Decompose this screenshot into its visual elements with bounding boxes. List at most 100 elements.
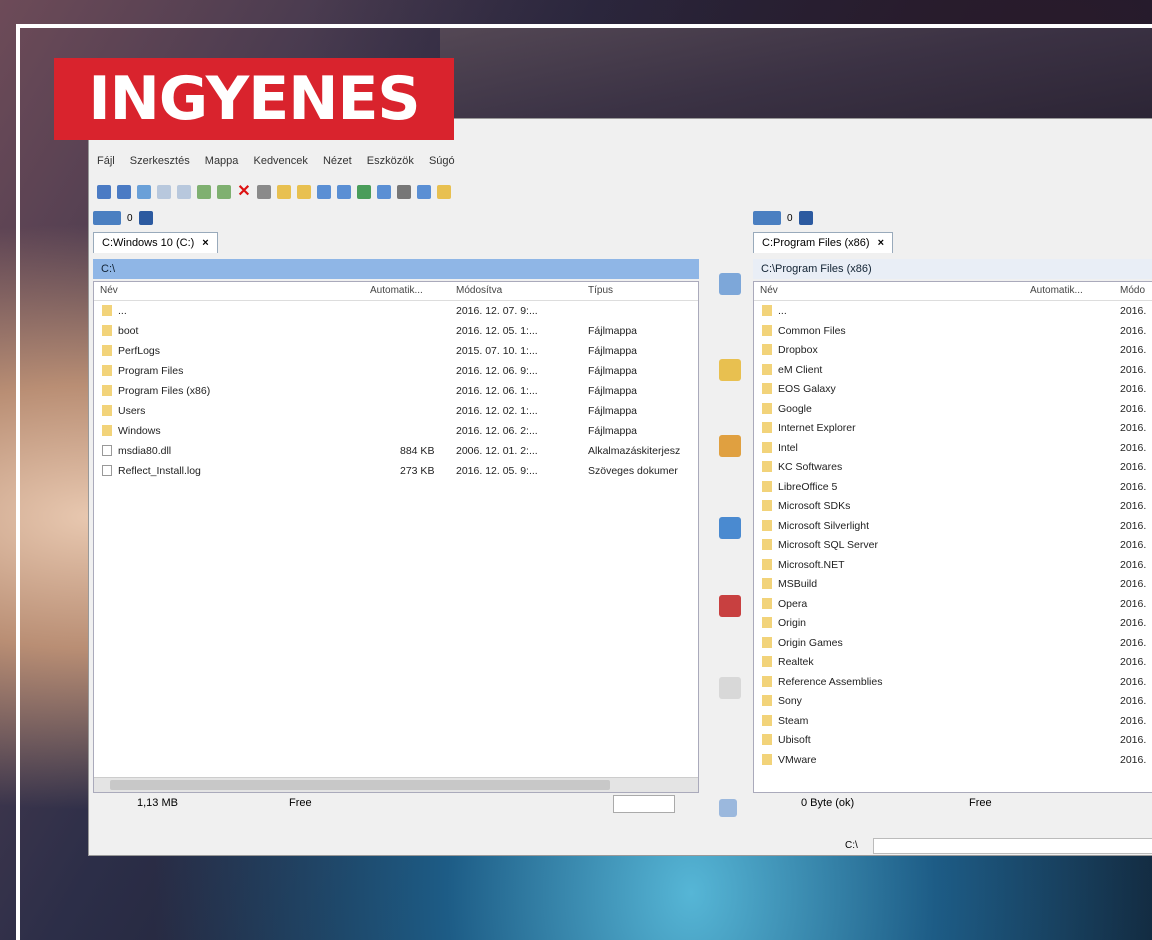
right-file-row[interactable]: Internet Explorer 2016. <box>754 419 1152 439</box>
right-file-row[interactable]: Reference Assemblies 2016. <box>754 673 1152 693</box>
folder-icon[interactable] <box>277 185 291 199</box>
folder-icon <box>762 695 772 706</box>
cell-name: Dropbox <box>778 344 818 356</box>
left-status-size: 1,13 MB <box>137 797 178 809</box>
right-file-row[interactable]: EOS Galaxy 2016. <box>754 380 1152 400</box>
new-folder-icon[interactable] <box>297 185 311 199</box>
file-icon <box>102 465 112 476</box>
file-manager-window: Fájl Szerkesztés Mappa Kedvencek Nézet E… <box>88 118 1152 856</box>
move-to-icon[interactable] <box>719 435 741 457</box>
move-icon[interactable] <box>197 185 211 199</box>
settings-icon[interactable] <box>397 185 411 199</box>
right-file-row[interactable]: ... 2016. <box>754 302 1152 322</box>
menu-tools[interactable]: Eszközök <box>367 155 414 167</box>
copy-icon[interactable] <box>157 185 171 199</box>
right-file-row[interactable]: Opera 2016. <box>754 595 1152 615</box>
favorites-icon[interactable] <box>437 185 451 199</box>
right-file-row[interactable]: Dropbox 2016. <box>754 341 1152 361</box>
right-drive-c-icon[interactable] <box>753 211 781 225</box>
cell-name: Google <box>778 402 812 415</box>
left-horizontal-scrollbar[interactable] <box>94 777 698 792</box>
right-path-bar[interactable]: C:\Program Files (x86) <box>753 259 1152 279</box>
right-file-row[interactable]: MSBuild 2016. <box>754 575 1152 595</box>
right-file-row[interactable]: Ubisoft 2016. <box>754 731 1152 751</box>
left-file-row[interactable]: ... 2016. 12. 07. 9:... <box>94 302 698 322</box>
right-file-row[interactable]: Intel 2016. <box>754 439 1152 459</box>
right-file-row[interactable]: KC Softwares 2016. <box>754 458 1152 478</box>
menu-help[interactable]: Súgó <box>429 155 455 167</box>
view-list-icon[interactable] <box>337 185 351 199</box>
left-file-row[interactable]: Windows 2016. 12. 06. 2:... Fájlmappa <box>94 422 698 442</box>
right-file-row[interactable]: Microsoft.NET 2016. <box>754 556 1152 576</box>
delete-icon[interactable]: ✕ <box>237 184 251 200</box>
right-file-row[interactable]: Origin Games 2016. <box>754 634 1152 654</box>
col-auto[interactable]: Automatik... <box>370 285 423 296</box>
swap-icon[interactable] <box>719 595 741 617</box>
filter-icon[interactable] <box>357 185 371 199</box>
right-status-free: Free <box>969 797 992 809</box>
left-file-row[interactable]: Reflect_Install.log 273 KB 2016. 12. 05. 9… <box>94 462 698 482</box>
right-file-row[interactable]: Realtek 2016. <box>754 653 1152 673</box>
dual-pane-icon[interactable] <box>377 185 391 199</box>
left-scroll-thumb[interactable] <box>110 780 610 790</box>
network-drive-icon[interactable] <box>138 211 153 225</box>
right-col-name[interactable]: Név <box>760 285 778 296</box>
properties-icon[interactable] <box>257 185 271 199</box>
cell-name: Reflect_Install.log <box>118 465 201 477</box>
back-icon[interactable] <box>97 185 111 199</box>
drive-c-icon[interactable] <box>93 211 121 225</box>
close-tab-icon[interactable]: × <box>202 235 208 251</box>
left-file-row[interactable]: boot 2016. 12. 05. 1:... Fájlmappa <box>94 322 698 342</box>
left-file-row[interactable]: Program Files 2016. 12. 06. 9:... Fájlmapp… <box>94 362 698 382</box>
refresh-icon[interactable] <box>217 185 231 199</box>
right-file-row[interactable]: Google 2016. <box>754 400 1152 420</box>
folder-icon <box>762 500 772 511</box>
right-col-auto[interactable]: Automatik... <box>1030 285 1083 296</box>
compare-icon[interactable] <box>719 273 741 295</box>
cell-modified: 2016. <box>1120 519 1147 532</box>
left-path-bar[interactable]: C:\ <box>93 259 699 279</box>
right-file-row[interactable]: Microsoft SQL Server 2016. <box>754 536 1152 556</box>
left-file-row[interactable]: msdia80.dll 884 KB 2006. 12. 01. 2:... Alka… <box>94 442 698 462</box>
col-modified[interactable]: Módosítva <box>456 285 502 296</box>
right-file-row[interactable]: Microsoft SDKs 2016. <box>754 497 1152 517</box>
right-col-modified[interactable]: Módo <box>1120 285 1145 296</box>
menu-file[interactable]: Fájl <box>97 155 115 167</box>
tab-windows-c[interactable]: C:Windows 10 (C:) × <box>93 231 218 253</box>
cell-name: Intel <box>778 441 798 454</box>
right-close-tab-icon[interactable]: × <box>878 235 884 251</box>
left-file-row[interactable]: Program Files (x86) 2016. 12. 06. 1:... Fá… <box>94 382 698 402</box>
col-type[interactable]: Típus <box>588 285 613 296</box>
paste-icon[interactable] <box>177 185 191 199</box>
left-filter-dropdown[interactable] <box>613 795 675 813</box>
forward-icon[interactable] <box>117 185 131 199</box>
search-icon[interactable] <box>719 799 737 817</box>
menu-folder[interactable]: Mappa <box>205 155 239 167</box>
right-file-row[interactable]: Common Files 2016. <box>754 322 1152 342</box>
left-file-row[interactable]: Users 2016. 12. 02. 1:... Fájlmappa <box>94 402 698 422</box>
right-file-row[interactable]: Origin 2016. <box>754 614 1152 634</box>
menu-favorites[interactable]: Kedvencek <box>253 155 307 167</box>
tab-program-files-x86[interactable]: C:Program Files (x86) × <box>753 231 894 253</box>
menu-edit[interactable]: Szerkesztés <box>130 155 190 167</box>
cell-name: Reference Assemblies <box>778 675 883 688</box>
document-icon[interactable] <box>719 677 741 699</box>
right-file-row[interactable]: Microsoft Silverlight 2016. <box>754 517 1152 537</box>
right-column-headers: Név Automatik... Módo <box>754 282 1152 301</box>
right-file-row[interactable]: Steam 2016. <box>754 712 1152 732</box>
col-name[interactable]: Név <box>100 285 118 296</box>
menu-view[interactable]: Nézet <box>323 155 352 167</box>
up-icon[interactable] <box>137 185 151 199</box>
right-file-row[interactable]: Sony 2016. <box>754 692 1152 712</box>
copy-to-icon[interactable] <box>719 359 741 381</box>
sync-icon[interactable] <box>719 517 741 539</box>
parent-folder-icon <box>762 305 772 316</box>
left-file-row[interactable]: PerfLogs 2015. 07. 10. 1:... Fájlmappa <box>94 342 698 362</box>
right-file-row[interactable]: VMware 2016. <box>754 751 1152 771</box>
terminal-icon[interactable] <box>417 185 431 199</box>
view-details-icon[interactable] <box>317 185 331 199</box>
right-file-row[interactable]: eM Client 2016. <box>754 361 1152 381</box>
right-network-drive-icon[interactable] <box>798 211 813 225</box>
command-input[interactable] <box>873 838 1152 854</box>
right-file-row[interactable]: LibreOffice 5 2016. <box>754 478 1152 498</box>
